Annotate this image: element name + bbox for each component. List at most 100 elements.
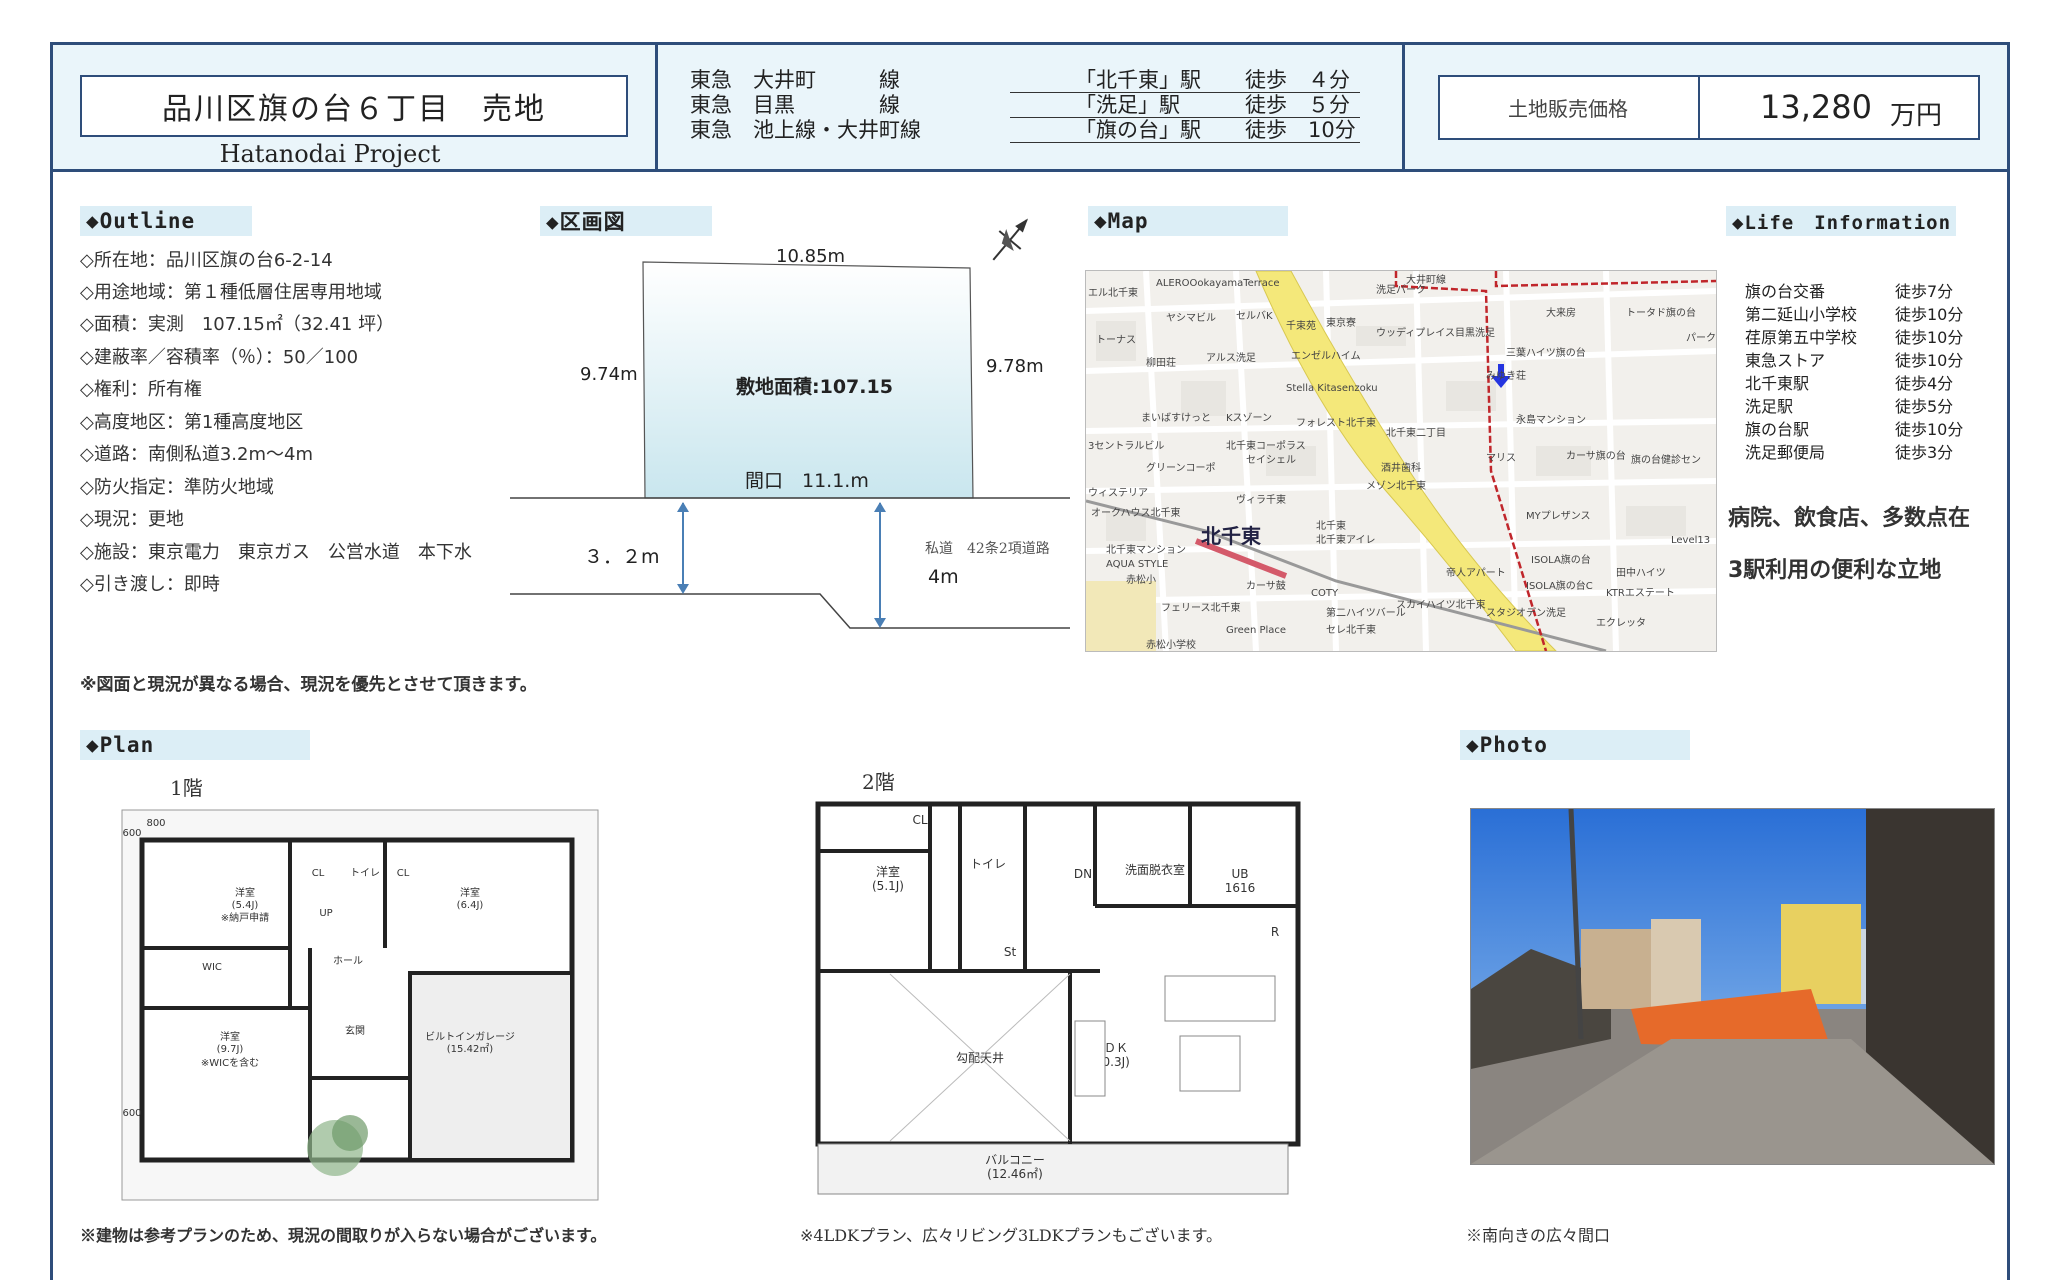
svg-text:(12.46㎡): (12.46㎡) [987, 1167, 1043, 1181]
station-walk-3: 徒歩 10分 [1245, 118, 1356, 142]
svg-text:ウィステリア: ウィステリア [1088, 487, 1148, 499]
svg-text:北千東コーポラス: 北千東コーポラス [1226, 439, 1306, 452]
svg-text:旗の台健診セン: 旗の台健診セン [1631, 453, 1701, 466]
svg-text:トーナス: トーナス [1096, 334, 1136, 346]
svg-text:エル北千東: エル北千東 [1088, 286, 1138, 299]
outline-item: ◇建蔽率／容積率（％）：50／100 [80, 347, 359, 368]
road-width-right: 4m [928, 566, 959, 588]
outline-item: ◇高度地区：第1種高度地区 [80, 412, 304, 433]
price-divider [1698, 75, 1700, 140]
svg-text:600: 600 [122, 1108, 141, 1119]
life-highlight-1: 病院、飲食店、多数点在 [1728, 506, 1971, 531]
svg-text:ヤシマビル: ヤシマビル [1166, 312, 1216, 324]
svg-text:ホール: ホール [333, 955, 363, 967]
svg-text:大来房: 大来房 [1546, 306, 1576, 319]
svg-text:田中ハイツ: 田中ハイツ [1616, 566, 1666, 579]
svg-text:1616: 1616 [1225, 881, 1256, 895]
outline-item: ◇道路：南側私道3.2m〜4m [80, 444, 313, 465]
outline-note: ※図面と現況が異なる場合、現況を優先とさせて頂きます。 [80, 675, 537, 695]
station-underline [1010, 142, 1360, 143]
svg-text:CL: CL [397, 868, 410, 879]
svg-text:ヴィラ千東: ヴィラ千東 [1236, 493, 1286, 506]
svg-text:洋室: 洋室 [235, 886, 255, 899]
svg-text:Green Place: Green Place [1226, 625, 1286, 636]
site-photo [1470, 808, 1995, 1165]
svg-text:北千東マンション: 北千東マンション [1106, 543, 1186, 556]
life-item: 北千東駅 徒歩4分 [1745, 374, 1954, 393]
map-heading: ◆Map [1088, 206, 1288, 236]
outline-item: ◇所在地：品川区旗の台6-2-14 [80, 250, 333, 271]
svg-text:スカイハイツ北千束: スカイハイツ北千束 [1396, 599, 1486, 611]
svg-text:バルコニー: バルコニー [985, 1153, 1045, 1167]
outline-item: ◇防火指定：準防火地域 [80, 477, 274, 498]
svg-text:※WICを含む: ※WICを含む [201, 1056, 259, 1069]
svg-text:エクレッタ: エクレッタ [1596, 617, 1646, 629]
svg-text:WIC: WIC [202, 962, 222, 973]
svg-text:Kスゾーン: Kスゾーン [1226, 412, 1272, 424]
header-divider [655, 42, 658, 172]
svg-text:※納戸申請: ※納戸申請 [221, 911, 269, 924]
svg-text:KTRエステート: KTRエステート [1606, 588, 1675, 599]
station-name-1: 「北千東」駅 [1075, 68, 1201, 92]
photo-heading: ◆Photo [1460, 730, 1690, 760]
outline-item: ◇面積：実測 107.15㎡（32.41 坪） [80, 314, 395, 335]
price-unit: 万円 [1890, 101, 1943, 131]
svg-text:ISOLA旗の台C: ISOLA旗の台C [1526, 579, 1593, 592]
outline-item: ◇用途地域：第１種低層住居専用地域 [80, 282, 382, 303]
compass-icon [992, 218, 1028, 261]
plot-left-dim: 9.74m [580, 364, 638, 385]
header-divider [1402, 42, 1405, 172]
svg-text:フォレスト北千東: フォレスト北千東 [1296, 416, 1376, 429]
outline-item: ◇施設：東京電力 東京ガス 公営水道 本下水 [80, 542, 472, 563]
svg-text:メゾン北千東: メゾン北千東 [1366, 479, 1426, 492]
road-note: 私道 42条2項道路 [925, 541, 1050, 557]
life-highlight-2: 3駅利用の便利な立地 [1728, 558, 1942, 583]
station-walk-2: 徒歩 ５分 [1245, 93, 1350, 117]
svg-text:MYプレザンス: MYプレザンス [1526, 510, 1591, 522]
life-item: 洗足郵便局 徒歩3分 [1745, 443, 1954, 462]
svg-text:COTY: COTY [1311, 588, 1339, 599]
svg-text:フェリース北千東: フェリース北千東 [1161, 601, 1241, 614]
plot-diagram [510, 218, 1070, 629]
svg-text:千束苑: 千束苑 [1286, 319, 1316, 332]
station-name-2: 「洗足」駅 [1075, 93, 1180, 117]
floor2-label: 2階 [862, 770, 895, 794]
svg-text:三葉ハイツ旗の台: 三葉ハイツ旗の台 [1506, 346, 1586, 359]
outline-heading: ◆Outline [80, 206, 252, 236]
station-line-2: 東急 目黒 線 [690, 93, 900, 117]
svg-text:北千東: 北千東 [1316, 519, 1346, 532]
map-canvas: 北千東 ALEROOokayamaTerrace エル北千東 ヤシマビル セルバ… [1086, 271, 1716, 651]
svg-text:3セントラルビル: 3セントラルビル [1088, 440, 1164, 452]
svg-text:トイレ: トイレ [350, 868, 380, 879]
area-map[interactable]: 北千東 ALEROOokayamaTerrace エル北千東 ヤシマビル セルバ… [1085, 270, 1717, 652]
station-underline [1010, 117, 1360, 118]
svg-text:(5.1J): (5.1J) [872, 879, 904, 893]
svg-text:玄関: 玄関 [345, 1024, 365, 1037]
svg-text:柳田荘: 柳田荘 [1146, 356, 1176, 369]
svg-text:(9.7J): (9.7J) [217, 1044, 244, 1055]
plot-area: 敷地面積:107.15 [736, 376, 893, 398]
life-heading: ◆Life Information [1726, 206, 1956, 236]
svg-text:帝人アパート: 帝人アパート [1446, 566, 1506, 579]
outline-item: ◇引き渡し：即時 [80, 574, 220, 595]
plan-note-2: ※4LDKプラン、広々リビング3LDKプランもございます。 [800, 1226, 1223, 1245]
plot-top-dim: 10.85m [776, 246, 846, 267]
svg-text:酒井歯科: 酒井歯科 [1381, 461, 1421, 474]
page-title: 品川区旗の台６丁目 売地 [80, 75, 628, 137]
station-line-1: 東急 大井町 線 [690, 68, 900, 92]
svg-text:第二ハイツバール: 第二ハイツバール [1326, 606, 1406, 619]
svg-text:ビルトインガレージ: ビルトインガレージ [425, 1031, 515, 1043]
svg-text:パーク: パーク [1686, 332, 1716, 344]
svg-text:オークハウス北千東: オークハウス北千東 [1091, 506, 1181, 519]
road-width-left: ３．２m [584, 546, 660, 568]
svg-text:セレ北千東: セレ北千東 [1326, 623, 1376, 636]
svg-text:CL: CL [312, 868, 325, 879]
price-value: 13,280 [1760, 88, 1872, 126]
photo-note: ※南向きの広々間口 [1466, 1226, 1611, 1245]
floor-plan-1f: 洋室 (5.4J) ※納戸申請 洋室 (6.4J) 洋室 (9.7J) ※WIC… [121, 809, 599, 1201]
svg-text:トータド旗の台: トータド旗の台 [1626, 306, 1696, 319]
station-name-3: 「旗の台」駅 [1075, 118, 1201, 142]
outline-item: ◇権利：所有権 [80, 379, 202, 400]
svg-text:洋室: 洋室 [460, 886, 480, 899]
project-subtitle: Hatanodai Project [219, 140, 441, 168]
